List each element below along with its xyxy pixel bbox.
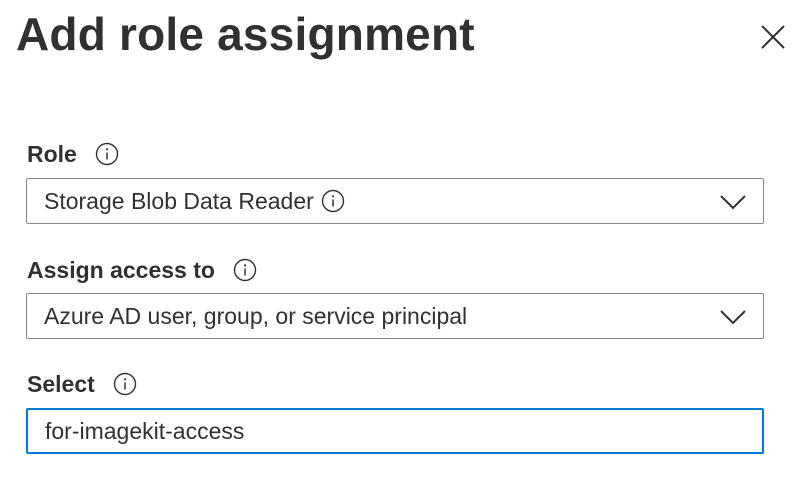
chevron-down-icon[interactable] [719, 191, 747, 213]
chevron-down-icon[interactable] [719, 306, 747, 328]
role-value: Storage Blob Data Reader [44, 188, 314, 214]
assign-access-label: Assign access to [27, 257, 215, 283]
panel-title: Add role assignment [16, 8, 475, 60]
assign-access-label-row: Assign access to [27, 254, 257, 286]
assign-access-info-icon[interactable] [233, 258, 257, 282]
close-icon[interactable] [756, 20, 790, 54]
select-label: Select [27, 371, 95, 397]
role-label-row: Role [27, 138, 119, 170]
role-value-info-icon[interactable] [321, 189, 345, 213]
select-info-icon[interactable] [113, 372, 137, 396]
assign-access-value: Azure AD user, group, or service princip… [44, 303, 468, 329]
select-input-box[interactable] [26, 408, 764, 454]
select-label-row: Select [27, 368, 137, 400]
role-label: Role [27, 141, 77, 167]
select-input[interactable] [45, 417, 745, 445]
role-dropdown[interactable]: Storage Blob Data Reader [26, 178, 764, 224]
close-button[interactable] [756, 20, 790, 54]
assign-access-dropdown[interactable]: Azure AD user, group, or service princip… [26, 293, 764, 339]
role-info-icon[interactable] [95, 142, 119, 166]
